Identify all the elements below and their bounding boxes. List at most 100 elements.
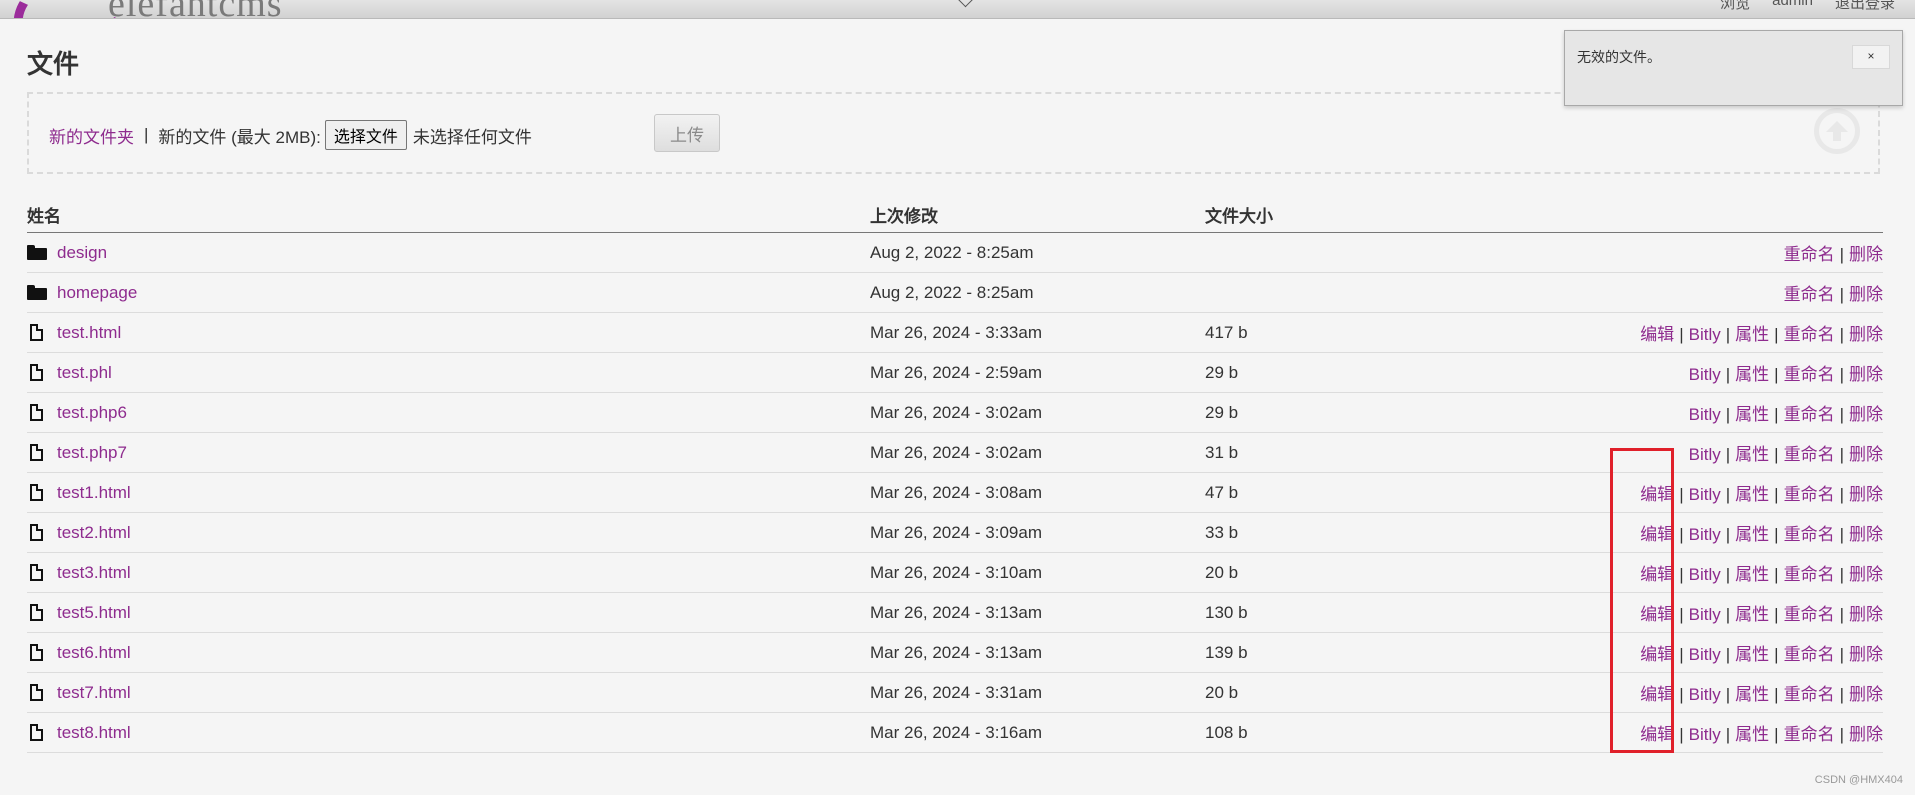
delete-link[interactable]: 删除: [1849, 325, 1883, 344]
delete-link[interactable]: 删除: [1849, 445, 1883, 464]
properties-link[interactable]: 属性: [1735, 525, 1769, 544]
delete-link[interactable]: 删除: [1849, 285, 1883, 304]
choose-file-button[interactable]: 选择文件: [324, 120, 407, 150]
properties-link[interactable]: 属性: [1735, 325, 1769, 344]
properties-link[interactable]: 属性: [1735, 645, 1769, 664]
column-header-name[interactable]: 姓名: [27, 197, 870, 233]
bitly-link[interactable]: Bitly: [1689, 645, 1721, 664]
separator: |: [1679, 605, 1684, 624]
file-name-link[interactable]: test1.html: [57, 483, 131, 503]
modified-cell: Mar 26, 2024 - 3:09am: [870, 512, 1205, 553]
bitly-link[interactable]: Bitly: [1689, 605, 1721, 624]
actions-cell: Bitly | 属性 | 重命名 | 删除: [1405, 392, 1883, 433]
properties-link[interactable]: 属性: [1735, 725, 1769, 744]
bitly-link[interactable]: Bitly: [1689, 325, 1721, 344]
bitly-link[interactable]: Bitly: [1689, 565, 1721, 584]
new-folder-link[interactable]: 新的文件夹: [49, 123, 134, 148]
column-header-modified[interactable]: 上次修改: [870, 197, 1205, 233]
rename-link[interactable]: 重命名: [1784, 645, 1835, 664]
rename-link[interactable]: 重命名: [1784, 485, 1835, 504]
separator: |: [1839, 245, 1844, 264]
user-links: 浏览 admin 退出登录: [1720, 0, 1895, 13]
file-name-link[interactable]: test.php7: [57, 443, 127, 463]
file-name-link[interactable]: test2.html: [57, 523, 131, 543]
delete-link[interactable]: 删除: [1849, 525, 1883, 544]
size-cell: 108 b: [1205, 712, 1405, 753]
separator: |: [1725, 325, 1731, 344]
notification-toast: 无效的文件。 ×: [1564, 30, 1903, 106]
bitly-link[interactable]: Bitly: [1689, 405, 1721, 424]
name-cell: test3.html: [27, 552, 870, 593]
separator: |: [1774, 685, 1779, 704]
name-cell: test5.html: [27, 592, 870, 633]
separator: |: [1774, 445, 1779, 464]
bitly-link[interactable]: Bitly: [1689, 485, 1721, 504]
table-row: test1.html Mar 26, 2024 - 3:08am 47 b 编辑 | Bi…: [27, 472, 1883, 513]
properties-link[interactable]: 属性: [1735, 605, 1769, 624]
file-name-link[interactable]: test5.html: [57, 603, 131, 623]
rename-link[interactable]: 重命名: [1784, 445, 1835, 464]
delete-link[interactable]: 删除: [1849, 685, 1883, 704]
file-icon: [30, 684, 43, 701]
file-name-link[interactable]: test8.html: [57, 723, 131, 743]
table-row: test3.html Mar 26, 2024 - 3:10am 20 b 编辑 | Bi…: [27, 552, 1883, 593]
rename-link[interactable]: 重命名: [1784, 605, 1835, 624]
bitly-link[interactable]: Bitly: [1689, 725, 1721, 744]
file-name-link[interactable]: test3.html: [57, 563, 131, 583]
file-name-link[interactable]: test.phl: [57, 363, 112, 383]
delete-link[interactable]: 删除: [1849, 365, 1883, 384]
size-cell: 29 b: [1205, 392, 1405, 433]
logo[interactable]: elefantcms: [108, 0, 283, 18]
delete-link[interactable]: 删除: [1849, 725, 1883, 744]
browse-link[interactable]: 浏览: [1720, 0, 1750, 13]
separator: |: [1839, 285, 1844, 304]
file-name-link[interactable]: test6.html: [57, 643, 131, 663]
file-table: 姓名 上次修改 文件大小 design Aug 2, 2022 - 8:25am 重…: [27, 197, 1883, 753]
rename-link[interactable]: 重命名: [1784, 285, 1835, 304]
file-name-link[interactable]: test.html: [57, 323, 121, 343]
chevron-down-icon[interactable]: [957, 0, 974, 8]
bitly-link[interactable]: Bitly: [1689, 445, 1721, 464]
name-cell: test.phl: [27, 352, 870, 393]
edit-link[interactable]: 编辑: [1640, 325, 1674, 344]
bitly-link[interactable]: Bitly: [1689, 525, 1721, 544]
rename-link[interactable]: 重命名: [1784, 565, 1835, 584]
rename-link[interactable]: 重命名: [1784, 365, 1835, 384]
delete-link[interactable]: 删除: [1849, 645, 1883, 664]
rename-link[interactable]: 重命名: [1784, 685, 1835, 704]
delete-link[interactable]: 删除: [1849, 605, 1883, 624]
name-cell: test.php7: [27, 432, 870, 473]
delete-link[interactable]: 删除: [1849, 565, 1883, 584]
rename-link[interactable]: 重命名: [1784, 245, 1835, 264]
modified-cell: Mar 26, 2024 - 3:10am: [870, 552, 1205, 593]
properties-link[interactable]: 属性: [1735, 445, 1769, 464]
file-name-link[interactable]: test.php6: [57, 403, 127, 423]
properties-link[interactable]: 属性: [1735, 485, 1769, 504]
logout-link[interactable]: 退出登录: [1835, 0, 1895, 13]
rename-link[interactable]: 重命名: [1784, 525, 1835, 544]
name-cell: test7.html: [27, 672, 870, 713]
properties-link[interactable]: 属性: [1735, 365, 1769, 384]
rename-link[interactable]: 重命名: [1784, 405, 1835, 424]
delete-link[interactable]: 删除: [1849, 405, 1883, 424]
file-name-link[interactable]: design: [57, 243, 107, 263]
properties-link[interactable]: 属性: [1735, 565, 1769, 584]
upload-button[interactable]: 上传: [654, 114, 720, 152]
file-name-link[interactable]: homepage: [57, 283, 137, 303]
rename-link[interactable]: 重命名: [1784, 325, 1835, 344]
actions-cell: 编辑 | Bitly | 属性 | 重命名 | 删除: [1405, 312, 1883, 353]
properties-link[interactable]: 属性: [1735, 685, 1769, 704]
delete-link[interactable]: 删除: [1849, 485, 1883, 504]
bitly-link[interactable]: Bitly: [1689, 365, 1721, 384]
bitly-link[interactable]: Bitly: [1689, 685, 1721, 704]
close-icon[interactable]: ×: [1852, 45, 1890, 69]
actions-cell: 重命名 | 删除: [1405, 232, 1883, 273]
file-name-link[interactable]: test7.html: [57, 683, 131, 703]
delete-link[interactable]: 删除: [1849, 245, 1883, 264]
rename-link[interactable]: 重命名: [1784, 725, 1835, 744]
properties-link[interactable]: 属性: [1735, 405, 1769, 424]
username-link[interactable]: admin: [1772, 0, 1813, 13]
separator: |: [1679, 565, 1684, 584]
separator: |: [1725, 565, 1731, 584]
column-header-size[interactable]: 文件大小: [1205, 197, 1405, 233]
